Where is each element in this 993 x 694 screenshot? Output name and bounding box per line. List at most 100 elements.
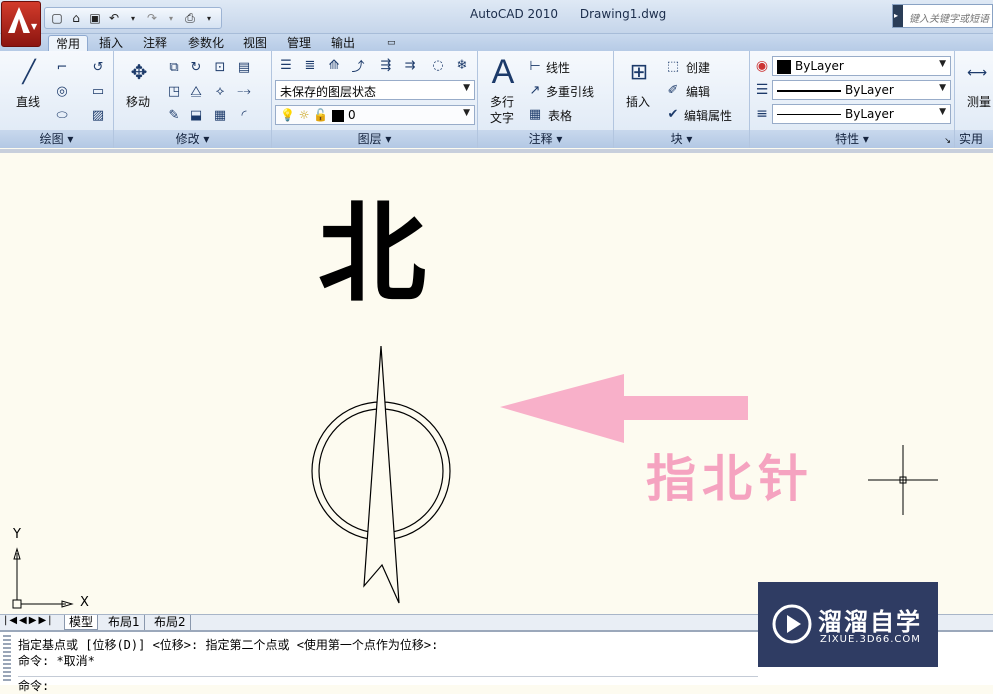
- draw-panel-title[interactable]: 绘图 ▾: [0, 130, 113, 148]
- layers-panel: ☰ ≣ ⟰ ⤴ ⇶ ⇉ ◌ ❄ 未保存的图层状态 ▼ 💡 ☼ 🔓 0 ▼ 图层 ▾: [272, 51, 478, 148]
- undo-dropdown-icon[interactable]: ▾: [124, 9, 142, 27]
- layer-isolate-icon[interactable]: ⇶: [376, 55, 396, 75]
- linear-label[interactable]: 线性: [546, 59, 570, 76]
- move-label[interactable]: 移动: [126, 93, 150, 110]
- current-layer-dropdown[interactable]: 💡 ☼ 🔓 0 ▼: [275, 105, 475, 125]
- layer-state-dropdown[interactable]: 未保存的图层状态 ▼: [275, 80, 475, 100]
- ellipse-icon[interactable]: ⬭: [52, 105, 72, 125]
- tab-annotate[interactable]: 注释: [136, 35, 174, 51]
- command-grip-icon[interactable]: [3, 635, 11, 681]
- tab-output[interactable]: 输出: [324, 35, 362, 51]
- redo-dropdown-icon[interactable]: ▾: [162, 9, 180, 27]
- layer-previous-icon[interactable]: ⤴: [348, 55, 368, 75]
- block-panel: ⊞ 插入 ⬚ 创建 ✐ 编辑 ✔ 编辑属性 块 ▾: [614, 51, 750, 148]
- save-icon[interactable]: ▣: [86, 9, 104, 27]
- panel-launcher-icon[interactable]: ↘: [944, 136, 951, 145]
- offset-icon[interactable]: ▦: [210, 105, 230, 125]
- redo-icon[interactable]: ↷: [143, 9, 161, 27]
- create-label[interactable]: 创建: [686, 59, 710, 76]
- new-file-icon[interactable]: ▢: [48, 9, 66, 27]
- insert-block-icon[interactable]: ⊞: [624, 57, 654, 87]
- tab-layout1[interactable]: 布局1: [104, 615, 145, 630]
- color-dropdown[interactable]: ByLayer ▼: [772, 56, 951, 76]
- tab-insert[interactable]: 插入: [92, 35, 130, 51]
- hatch-icon[interactable]: ▨: [88, 105, 108, 125]
- measure-icon[interactable]: ⟷: [963, 63, 991, 83]
- spline-icon[interactable]: ↺: [88, 57, 108, 77]
- layer-freeze-icon[interactable]: ❄: [452, 55, 472, 75]
- edit-block-icon[interactable]: ✐: [664, 80, 682, 100]
- array-icon[interactable]: ▤: [234, 57, 254, 77]
- tab-layout2[interactable]: 布局2: [150, 615, 191, 630]
- qat-customize-icon[interactable]: ▾: [200, 9, 218, 27]
- line-icon[interactable]: ╱: [14, 57, 44, 87]
- multiline-text-label-2[interactable]: 文字: [490, 109, 514, 126]
- move-icon[interactable]: ✥: [124, 57, 154, 87]
- multiline-text-label-1[interactable]: 多行: [490, 93, 514, 110]
- tab-manage[interactable]: 管理: [280, 35, 318, 51]
- compass-annotation: 指北针: [646, 449, 814, 508]
- modify-panel-title[interactable]: 修改 ▾: [114, 130, 271, 148]
- edit-attributes-label[interactable]: 编辑属性: [684, 107, 732, 124]
- erase-icon[interactable]: ✎: [164, 105, 184, 125]
- tab-view[interactable]: 视图: [236, 35, 274, 51]
- help-search-input[interactable]: ▸ 键入关键字或短语: [892, 4, 993, 28]
- color-wheel-icon[interactable]: ◉: [752, 56, 772, 76]
- layers-panel-title[interactable]: 图层 ▾: [272, 130, 477, 148]
- tab-model[interactable]: 模型: [64, 615, 99, 630]
- layer-color-swatch: [332, 109, 345, 122]
- rectangle-icon[interactable]: ▭: [88, 81, 108, 101]
- multiline-text-icon[interactable]: A: [490, 53, 516, 91]
- lineweight-dropdown[interactable]: ByLayer ▼: [772, 104, 951, 124]
- tab-home[interactable]: 常用: [48, 35, 89, 51]
- lineweight-icon[interactable]: ≡: [752, 104, 772, 124]
- annotation-panel-title[interactable]: 注释 ▾: [478, 130, 613, 148]
- trim-icon[interactable]: ⊡: [210, 57, 230, 77]
- linetype-dropdown[interactable]: ByLayer ▼: [772, 80, 951, 100]
- break-icon[interactable]: ⤍: [234, 81, 254, 101]
- layer-unisolate-icon[interactable]: ⇉: [400, 55, 420, 75]
- edit-label[interactable]: 编辑: [686, 83, 710, 100]
- line-label[interactable]: 直线: [16, 93, 40, 110]
- linear-dimension-icon[interactable]: ⊢: [526, 56, 544, 76]
- layer-properties-icon[interactable]: ☰: [276, 55, 296, 75]
- stretch-icon[interactable]: ◳: [164, 81, 184, 101]
- fillet-icon[interactable]: ◜: [234, 105, 254, 125]
- copy-icon[interactable]: ⧉: [164, 57, 184, 77]
- table-label[interactable]: 表格: [548, 107, 572, 124]
- tab-parametric[interactable]: 参数化: [181, 35, 231, 51]
- utilities-panel-title[interactable]: 实用工: [955, 130, 993, 164]
- circle-icon[interactable]: ◎: [52, 81, 72, 101]
- scale-icon[interactable]: ⬓: [186, 105, 206, 125]
- command-input[interactable]: 命令:: [18, 676, 758, 693]
- multileader-label[interactable]: 多重引线: [546, 83, 594, 100]
- application-menu-button[interactable]: ▼: [1, 1, 41, 47]
- compass-symbol: [311, 345, 451, 604]
- edit-attributes-icon[interactable]: ✔: [664, 104, 682, 124]
- ucs-icon: [12, 547, 74, 609]
- linetype-icon[interactable]: ☰: [752, 80, 772, 100]
- layer-off-icon[interactable]: ◌: [428, 55, 448, 75]
- search-expand-icon[interactable]: ▸: [893, 5, 903, 27]
- layer-match-icon[interactable]: ⟰: [324, 55, 344, 75]
- layer-states-icon[interactable]: ≣: [300, 55, 320, 75]
- table-icon[interactable]: ▦: [526, 104, 544, 124]
- multileader-icon[interactable]: ↗: [526, 80, 544, 100]
- polyline-icon[interactable]: ⌐: [52, 57, 72, 77]
- explode-icon[interactable]: ⟡: [210, 81, 230, 101]
- rotate-icon[interactable]: ↻: [186, 57, 206, 77]
- canvas-drawing: [12, 345, 938, 609]
- measure-label[interactable]: 测量: [967, 93, 991, 110]
- layout-nav-arrows-icon[interactable]: |◀◀▶▶|: [4, 615, 54, 626]
- compass-needle: [363, 345, 400, 604]
- open-file-icon[interactable]: ⌂: [67, 9, 85, 27]
- create-block-icon[interactable]: ⬚: [664, 56, 682, 76]
- block-panel-title[interactable]: 块 ▾: [614, 130, 749, 148]
- drawing-canvas[interactable]: 北 指北针 Y X: [0, 149, 993, 614]
- ribbon-minimize-icon[interactable]: ▭: [380, 35, 403, 51]
- plot-icon[interactable]: ⎙: [181, 9, 199, 27]
- properties-panel-title[interactable]: 特性 ▾: [750, 130, 954, 148]
- mirror-icon[interactable]: ⧋: [186, 81, 206, 101]
- insert-label[interactable]: 插入: [626, 93, 650, 110]
- undo-icon[interactable]: ↶: [105, 9, 123, 27]
